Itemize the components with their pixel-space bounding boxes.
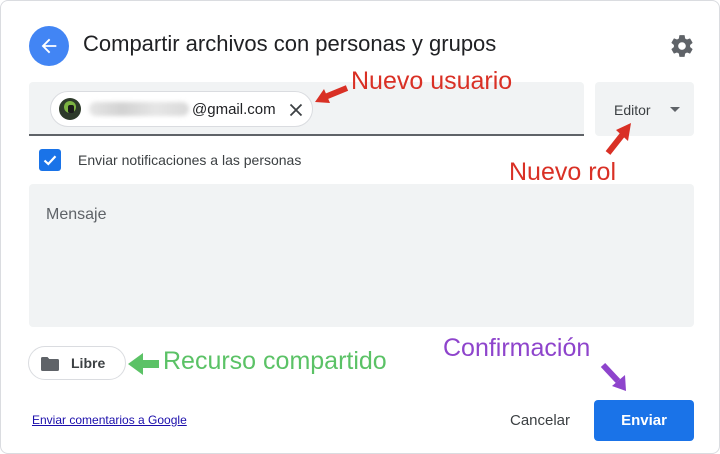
shared-drive-chip[interactable]: Libre <box>28 346 126 380</box>
close-icon <box>289 103 303 117</box>
role-label: Editor <box>614 102 651 118</box>
notify-label: Enviar notificaciones a las personas <box>78 152 302 168</box>
send-button[interactable]: Enviar <box>594 400 694 441</box>
arrow-shared-resource-icon <box>128 353 159 375</box>
message-textarea[interactable]: Mensaje <box>29 184 694 327</box>
gear-icon <box>671 35 693 57</box>
recipient-email: @gmail.com <box>192 100 276 118</box>
arrow-new-user-icon <box>315 85 349 103</box>
chevron-down-icon <box>670 107 680 112</box>
shared-drive-label: Libre <box>71 355 106 371</box>
notify-checkbox[interactable] <box>39 149 61 171</box>
folder-icon <box>41 357 59 371</box>
arrow-back-icon <box>41 38 57 54</box>
remove-recipient-button[interactable] <box>286 100 306 120</box>
recipient-chip[interactable]: @gmail.com <box>50 91 313 127</box>
checkmark-icon <box>43 155 57 166</box>
feedback-link[interactable]: Enviar comentarios a Google <box>32 413 187 427</box>
arrow-confirmation-icon <box>600 362 626 391</box>
message-placeholder: Mensaje <box>46 206 107 223</box>
arrow-new-role-icon <box>605 123 631 155</box>
annotation-new-user: Nuevo usuario <box>351 67 513 95</box>
cancel-button[interactable]: Cancelar <box>495 401 585 439</box>
share-dialog: Compartir archivos con personas y grupos… <box>0 0 720 454</box>
settings-button[interactable] <box>665 29 699 63</box>
avatar <box>59 98 81 120</box>
redacted-username <box>89 102 189 116</box>
dialog-title: Compartir archivos con personas y grupos <box>83 31 497 56</box>
annotation-new-role: Nuevo rol <box>509 158 616 186</box>
back-button[interactable] <box>29 26 69 66</box>
annotation-shared-resource: Recurso compartido <box>163 347 387 375</box>
annotation-confirmation: Confirmación <box>443 334 591 362</box>
